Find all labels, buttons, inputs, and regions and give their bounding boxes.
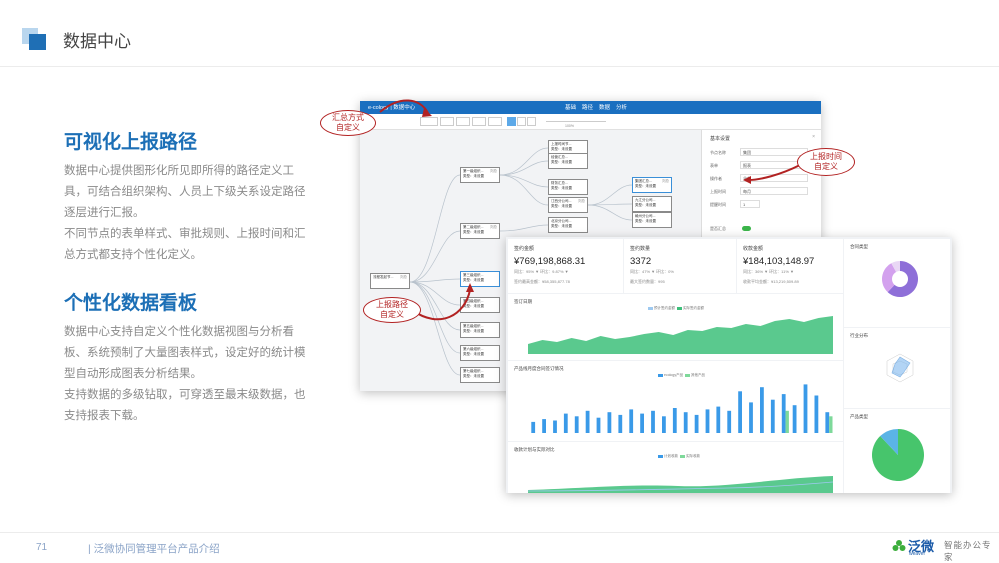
footer-divider — [0, 532, 999, 533]
callout-report-path: 上报路径 自定义 — [363, 297, 421, 323]
logo-slogan: 智能办公专家 — [944, 540, 992, 562]
footer-text: | 泛微协同管理平台产品介绍 — [88, 543, 220, 555]
callout-summary: 汇总方式 自定义 — [320, 110, 376, 136]
callout-report-time: 上报时间 自定义 — [797, 148, 855, 176]
logo-subtext: weaver — [909, 551, 926, 557]
weaver-logo: 泛微 weaver 智能办公专家 — [892, 536, 992, 562]
annotation-arrows — [379, 99, 801, 321]
leaf-icon — [892, 540, 906, 551]
page-number: 71 — [36, 542, 48, 553]
